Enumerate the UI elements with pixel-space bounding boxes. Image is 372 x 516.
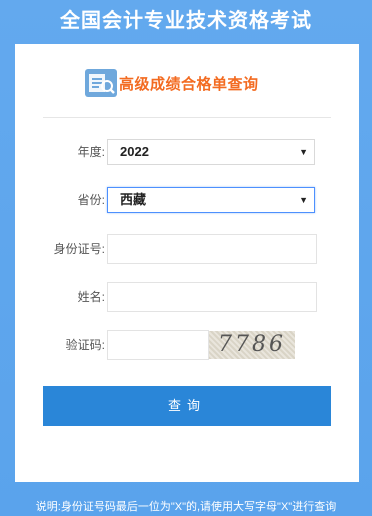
page-title: 全国会计专业技术资格考试 xyxy=(60,10,312,32)
id-number-row: 身份证号: xyxy=(15,234,359,264)
province-row: 省份: 西藏 ▼ xyxy=(15,185,359,215)
section-header: 高级成绩合格单查询 xyxy=(85,67,259,99)
province-select[interactable]: 西藏 ▼ xyxy=(107,187,315,213)
name-row: 姓名: xyxy=(15,282,359,312)
name-input[interactable] xyxy=(107,282,317,312)
year-value: 2022 xyxy=(120,144,149,159)
year-label: 年度: xyxy=(77,145,105,159)
dropdown-arrow-icon: ▼ xyxy=(299,147,308,157)
dropdown-arrow-icon: ▼ xyxy=(299,195,308,205)
province-label: 省份: xyxy=(77,193,105,207)
captcha-input[interactable] xyxy=(107,330,209,360)
captcha-row: 验证码: 7786 xyxy=(15,330,359,360)
name-label: 姓名: xyxy=(77,290,105,304)
query-card: 高级成绩合格单查询 年度: 2022 ▼ 省份: 西藏 ▼ 身份证号: 姓名: … xyxy=(15,44,359,482)
captcha-label: 验证码: xyxy=(65,338,105,352)
province-value: 西藏 xyxy=(120,192,147,207)
instruction-note: 说明:身份证号码最后一位为"X"的,请使用大写字母"X"进行查询 xyxy=(35,501,337,513)
year-select[interactable]: 2022 ▼ xyxy=(107,139,315,165)
divider xyxy=(43,117,331,118)
id-number-input[interactable] xyxy=(107,234,317,264)
captcha-image[interactable]: 7786 xyxy=(209,331,295,359)
section-title: 高级成绩合格单查询 xyxy=(119,75,259,93)
year-row: 年度: 2022 ▼ xyxy=(15,137,359,167)
id-number-label: 身份证号: xyxy=(53,242,105,256)
search-document-icon xyxy=(85,69,117,97)
query-button[interactable]: 查询 xyxy=(43,386,331,426)
